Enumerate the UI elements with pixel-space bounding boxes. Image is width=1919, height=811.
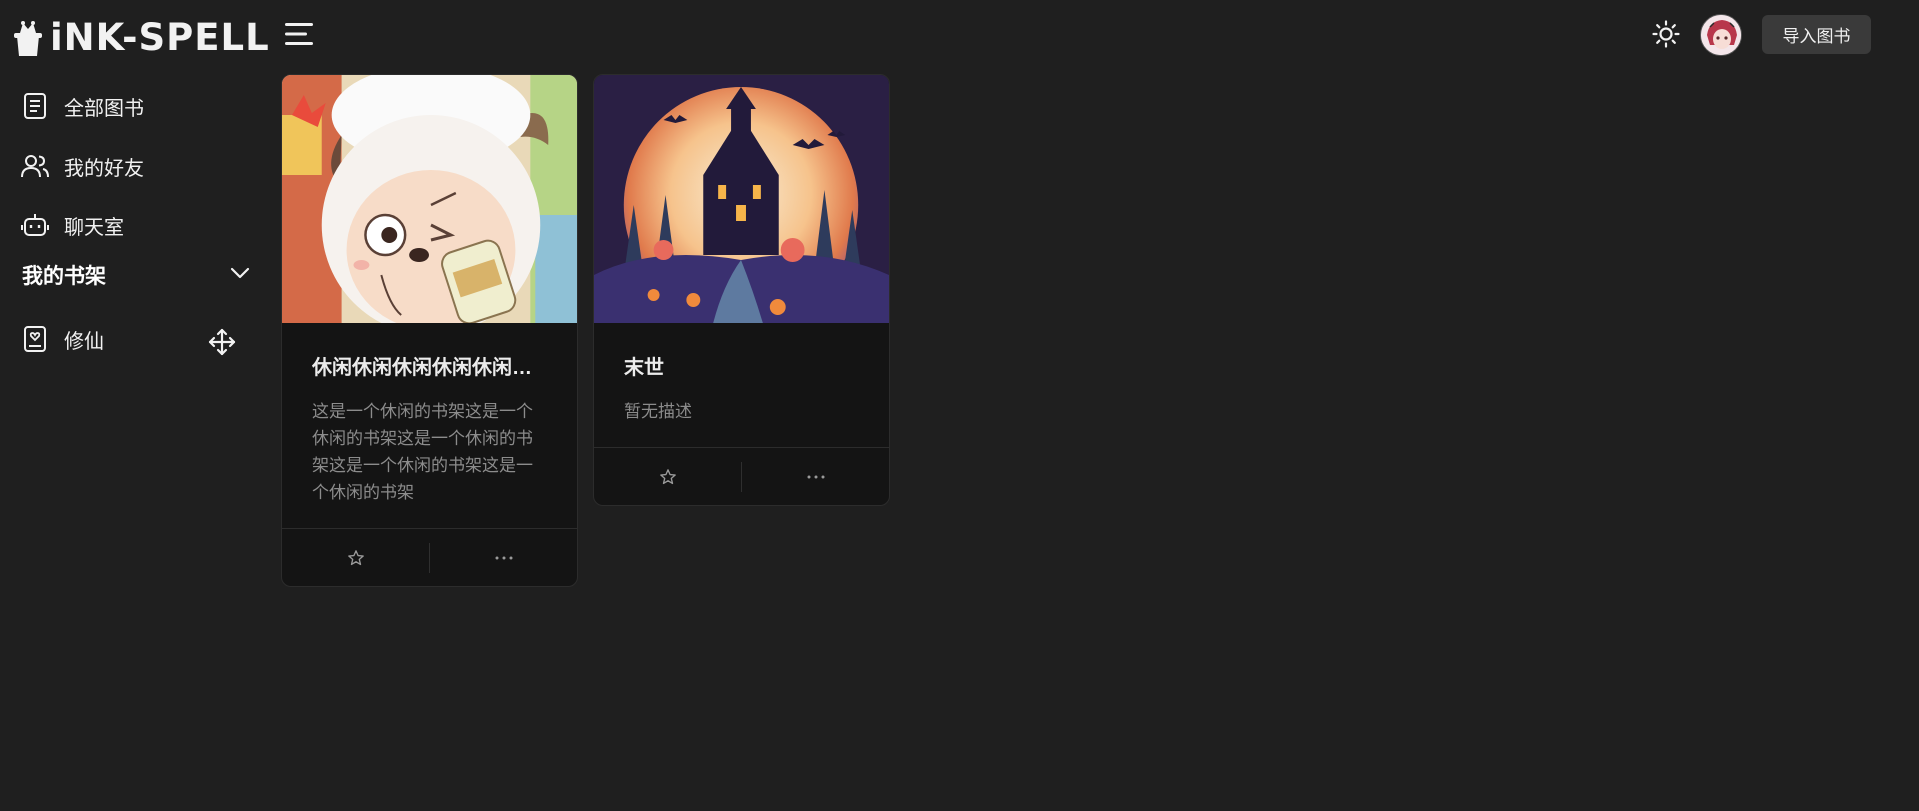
my-bookshelf-section-toggle[interactable]: 我的书架 bbox=[22, 255, 252, 295]
drag-handle[interactable] bbox=[203, 323, 241, 361]
robot-icon bbox=[20, 210, 50, 240]
sidebar-item-all-books[interactable]: 全部图书 bbox=[20, 84, 250, 128]
sidebar-item-label: 我的好友 bbox=[64, 157, 144, 180]
book-cover-image[interactable] bbox=[594, 75, 889, 323]
book-title: 末世 bbox=[624, 357, 664, 379]
favorite-button[interactable] bbox=[282, 529, 429, 586]
sidebar-item-shelf-xiuxian[interactable]: 修仙 bbox=[20, 317, 190, 361]
ellipsis-icon bbox=[495, 556, 512, 559]
more-options-button[interactable] bbox=[742, 448, 889, 505]
card-actions bbox=[594, 447, 889, 505]
card-actions bbox=[282, 528, 577, 586]
logo-text: iNK-SPELL bbox=[50, 16, 270, 59]
top-header: iNK-SPELL 导入图书 bbox=[0, 0, 1919, 70]
app-logo[interactable]: iNK-SPELL bbox=[10, 16, 270, 60]
users-icon bbox=[20, 151, 50, 181]
hamburger-icon bbox=[285, 23, 313, 45]
ellipsis-icon bbox=[807, 475, 824, 478]
sidebar-item-label: 修仙 bbox=[64, 330, 104, 353]
section-title: 我的书架 bbox=[22, 265, 106, 288]
bookmark-heart-icon bbox=[20, 324, 50, 354]
book-card[interactable]: 末世 暂无描述 bbox=[593, 74, 890, 506]
sidebar-item-chatroom[interactable]: 聊天室 bbox=[20, 203, 250, 247]
book-card[interactable]: 休闲休闲休闲休闲休闲休闲休闲 这是一个休闲的书架这是一个休闲的书架这是一个休闲的… bbox=[281, 74, 578, 587]
user-avatar[interactable] bbox=[1700, 14, 1742, 56]
book-icon bbox=[20, 91, 50, 121]
star-icon bbox=[659, 468, 676, 484]
move-icon bbox=[208, 328, 236, 356]
star-icon bbox=[347, 549, 364, 565]
book-description: 暂无描述 bbox=[624, 402, 692, 421]
menu-toggle-button[interactable] bbox=[283, 20, 315, 48]
wizard-hat-icon bbox=[10, 16, 46, 60]
book-description: 这是一个休闲的书架这是一个休闲的书架这是一个休闲的书架这是一个休闲的书架这是一个… bbox=[312, 402, 533, 502]
theme-toggle-button[interactable] bbox=[1650, 18, 1682, 50]
import-books-button[interactable]: 导入图书 bbox=[1762, 15, 1871, 54]
book-cover-image[interactable] bbox=[282, 75, 577, 323]
book-title: 休闲休闲休闲休闲休闲休闲休闲 bbox=[312, 357, 547, 379]
sidebar-item-friends[interactable]: 我的好友 bbox=[20, 144, 250, 188]
sidebar-item-label: 聊天室 bbox=[64, 216, 124, 239]
chevron-down-icon bbox=[230, 266, 250, 285]
sun-icon bbox=[1652, 20, 1680, 48]
sidebar-item-label: 全部图书 bbox=[64, 97, 144, 120]
more-options-button[interactable] bbox=[430, 529, 577, 586]
favorite-button[interactable] bbox=[594, 448, 741, 505]
